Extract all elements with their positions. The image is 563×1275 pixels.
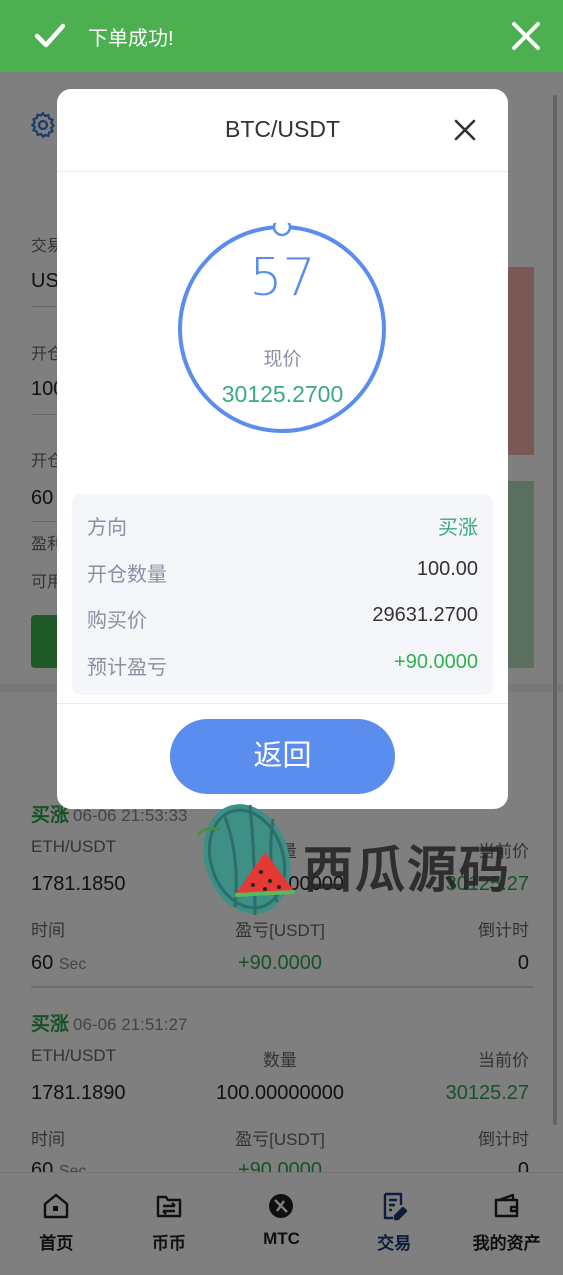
buy-price-row: 购买价 29631.2700 [87,604,478,634]
close-icon[interactable] [451,116,479,144]
expected-pnl-value: +90.0000 [394,651,478,673]
dial-knob [272,223,292,237]
quantity-row: 开仓数量 100.00 [87,558,478,588]
order-success-dialog: BTC/USDT 57 现价 30125.2700 方向 买涨 开仓数量 100… [57,89,508,809]
expected-pnl-label: 预计盈亏 [87,657,167,679]
watermark-text: 西瓜源码 [303,842,511,898]
dialog-title: BTC/USDT [225,116,340,142]
expected-pnl-row: 预计盈亏 +90.0000 [87,651,478,681]
current-price-value: 30125.2700 [221,381,344,407]
toast-message: 下单成功! [88,28,174,50]
footer-divider [57,703,508,704]
buy-price-label: 购买价 [87,610,147,632]
dialog-header: BTC/USDT [57,89,508,172]
quantity-label: 开仓数量 [87,564,167,586]
countdown-value: 57 [249,248,316,308]
quantity-value: 100.00 [416,558,478,580]
check-icon [34,23,66,48]
current-price-label: 现价 [263,349,302,370]
direction-row: 方向 买涨 [87,511,478,541]
success-toast: 下单成功! [0,0,563,72]
buy-price-value: 29631.2700 [372,604,478,626]
order-info-panel: 方向 买涨 开仓数量 100.00 购买价 29631.2700 预计盈亏 +9… [72,494,493,695]
direction-label: 方向 [87,517,127,539]
direction-value: 买涨 [438,517,478,539]
back-button[interactable]: 返回 [170,719,395,794]
close-icon[interactable] [510,20,542,52]
